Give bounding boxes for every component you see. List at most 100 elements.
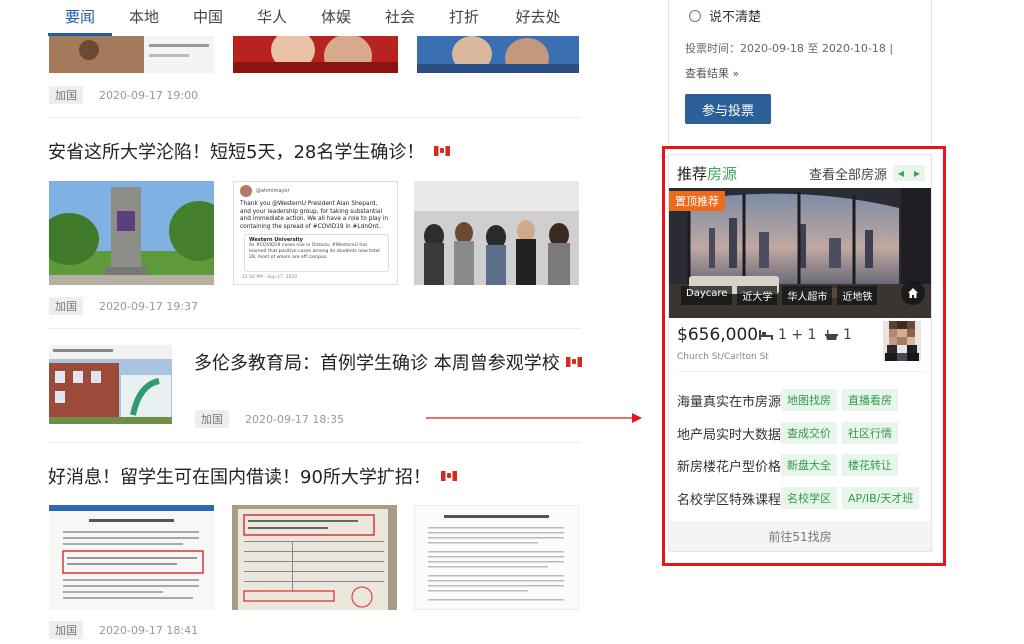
view-results-link[interactable]: 查看结果 » bbox=[685, 65, 739, 81]
vote-period: 投票时间：2020-09-18 至 2020-10-18 | bbox=[685, 42, 894, 55]
bed-count-text: 1 + 1 bbox=[778, 327, 817, 343]
service-row: 地产局实时大数据 查成交价 社区行情 bbox=[677, 422, 903, 444]
category-tag[interactable]: 加国 bbox=[49, 297, 83, 315]
card-title-accent: 房源 bbox=[707, 164, 738, 183]
special-programs-tag[interactable]: AP/IB/天才班 bbox=[842, 487, 920, 509]
arrow-right-icon[interactable]: ▶ bbox=[909, 165, 925, 181]
nav-tab-news[interactable]: 要闻 bbox=[48, 0, 112, 36]
article-headline[interactable]: 安省这所大学沦陷！短短5天，28名学生确诊！ bbox=[48, 138, 451, 164]
headline-text[interactable]: 安省这所大学沦陷！短短5天，28名学生确诊！ bbox=[48, 138, 424, 164]
nav-tab-chinese[interactable]: 华人 bbox=[240, 0, 304, 36]
service-label: 地产局实时大数据 bbox=[677, 427, 782, 443]
canada-flag-icon bbox=[434, 146, 451, 156]
article-thumb[interactable] bbox=[49, 36, 214, 73]
map-search-tag[interactable]: 地图找房 bbox=[781, 389, 837, 411]
feature-chip: 近大学 bbox=[737, 286, 778, 305]
category-tag[interactable]: 加国 bbox=[49, 86, 83, 104]
nav-tab-local[interactable]: 本地 bbox=[112, 0, 176, 36]
divider bbox=[48, 117, 580, 118]
tweet-line: and immediate action. We all have a role… bbox=[240, 216, 389, 222]
feature-chip: 华人超市 bbox=[782, 286, 833, 305]
card-title: 推荐 bbox=[677, 164, 708, 183]
headline-text[interactable]: 好消息！留学生可在国内借读！90所大学扩招！ bbox=[48, 463, 431, 489]
bathtub-icon bbox=[825, 330, 838, 340]
article-thumb[interactable] bbox=[414, 181, 579, 285]
avatar bbox=[240, 185, 252, 197]
article-thumb[interactable] bbox=[49, 345, 172, 424]
service-row: 海量真实在市房源 地图找房 直播看房 bbox=[677, 389, 903, 411]
agent-avatar[interactable] bbox=[883, 321, 921, 361]
vote-option[interactable]: 说不清楚 bbox=[689, 6, 761, 25]
article-headline[interactable]: 多伦多教育局：首例学生确诊 本周曾参观学校 bbox=[194, 349, 582, 375]
category-tag[interactable]: 加国 bbox=[195, 410, 229, 428]
feature-chip: Daycare bbox=[681, 286, 733, 305]
home-icon[interactable] bbox=[901, 281, 925, 305]
service-label: 名校学区特殊课程 bbox=[677, 492, 782, 508]
article-thumb[interactable] bbox=[414, 505, 579, 610]
house-recommend-card: 推荐 房源 查看全部房源 ◀ ▶ 置顶推荐 Daycare 近大学 华人超市 近… bbox=[668, 154, 932, 552]
bed-icon bbox=[759, 330, 773, 340]
nav-tab-deals[interactable]: 打折 bbox=[432, 0, 496, 36]
nav-tab-china[interactable]: 中国 bbox=[176, 0, 240, 36]
tweet-line: Thank you @WesternU President Alan Shepa… bbox=[240, 201, 378, 207]
go-to-51-house-link[interactable]: 前往51找房 bbox=[669, 521, 931, 551]
pinned-badge: 置顶推荐 bbox=[669, 191, 725, 211]
tweet-line: containing the spread of #COVID19 in #Ld… bbox=[240, 223, 381, 230]
publish-date: 2020-09-17 19:00 bbox=[99, 88, 199, 102]
see-all-listings-link[interactable]: 查看全部房源 bbox=[809, 164, 887, 183]
feature-chip: 近地铁 bbox=[837, 286, 878, 305]
headline-text[interactable]: 多伦多教育局：首例学生确诊 本周曾参观学校 bbox=[194, 349, 560, 375]
new-developments-tag[interactable]: 新盘大全 bbox=[781, 454, 837, 476]
sold-price-tag[interactable]: 查成交价 bbox=[781, 422, 837, 444]
card-header: 推荐 房源 查看全部房源 ◀ ▶ bbox=[677, 163, 925, 183]
vote-button[interactable]: 参与投票 bbox=[685, 94, 771, 124]
article-meta: 加国 2020-09-17 18:35 bbox=[195, 410, 344, 428]
nav-tab-places[interactable]: 好去处 bbox=[496, 0, 580, 36]
arrow-left-icon[interactable]: ◀ bbox=[893, 165, 909, 181]
divider bbox=[677, 371, 925, 372]
divider bbox=[48, 442, 580, 443]
tweet-handle: @ahmimayor bbox=[256, 188, 290, 194]
live-viewing-tag[interactable]: 直播看房 bbox=[842, 389, 898, 411]
quoted-text: As #COVID19 cases rise in Ontario, #West… bbox=[249, 243, 380, 260]
article-thumb[interactable] bbox=[233, 36, 398, 73]
category-nav: 要闻 本地 中国 华人 体娱 社会 打折 好去处 bbox=[48, 0, 580, 36]
carousel-controls: ◀ ▶ bbox=[893, 165, 925, 181]
article-headline[interactable]: 好消息！留学生可在国内借读！90所大学扩招！ bbox=[48, 463, 457, 489]
article-meta: 加国 2020-09-17 19:37 bbox=[49, 297, 198, 315]
publish-date: 2020-09-17 18:35 bbox=[245, 412, 345, 426]
divider bbox=[48, 328, 580, 329]
assignment-tag[interactable]: 楼花转让 bbox=[842, 454, 898, 476]
tweet-screenshot[interactable]: @ahmimayor Thank you @WesternU President… bbox=[233, 181, 398, 285]
service-label: 新房楼花户型价格 bbox=[677, 459, 782, 475]
canada-flag-icon bbox=[565, 357, 582, 367]
bedroom-count: 1 + 1 bbox=[759, 327, 816, 343]
article-thumb[interactable] bbox=[417, 36, 579, 73]
vote-option-label: 说不清楚 bbox=[709, 10, 762, 25]
canada-flag-icon bbox=[440, 471, 457, 481]
service-row: 名校学区特殊课程 名校学区 AP/IB/天才班 bbox=[677, 487, 924, 509]
publish-date: 2020-09-17 18:41 bbox=[99, 623, 199, 637]
nav-tab-entertainment[interactable]: 体娱 bbox=[304, 0, 368, 36]
community-market-tag[interactable]: 社区行情 bbox=[842, 422, 898, 444]
publish-date: 2020-09-17 19:37 bbox=[99, 299, 199, 313]
article-thumb[interactable] bbox=[49, 181, 214, 285]
service-label: 海量真实在市房源 bbox=[677, 394, 782, 410]
school-district-tag[interactable]: 名校学区 bbox=[781, 487, 837, 509]
category-tag[interactable]: 加国 bbox=[49, 621, 83, 639]
bath-count-text: 1 bbox=[843, 327, 852, 343]
listing-features: Daycare 近大学 华人超市 近地铁 bbox=[681, 286, 882, 305]
radio-button[interactable] bbox=[689, 9, 701, 22]
article-thumb[interactable] bbox=[232, 505, 397, 610]
listing-address: Church St/Carlton St bbox=[677, 352, 769, 362]
nav-tab-society[interactable]: 社会 bbox=[368, 0, 432, 36]
tweet-time: 12:56 PM · Sep 17, 2020 bbox=[242, 275, 298, 280]
bathroom-count: 1 bbox=[825, 327, 852, 343]
article-meta: 加国 2020-09-17 18:41 bbox=[49, 621, 198, 639]
listing-price[interactable]: $656,000 bbox=[677, 325, 758, 345]
article-thumb[interactable] bbox=[49, 505, 214, 610]
tweet-line: and your leadership group, for taking su… bbox=[240, 208, 383, 215]
annotation-arrow bbox=[426, 413, 642, 423]
article-meta: 加国 2020-09-17 19:00 bbox=[49, 86, 198, 104]
service-row: 新房楼花户型价格 新盘大全 楼花转让 bbox=[677, 454, 903, 476]
